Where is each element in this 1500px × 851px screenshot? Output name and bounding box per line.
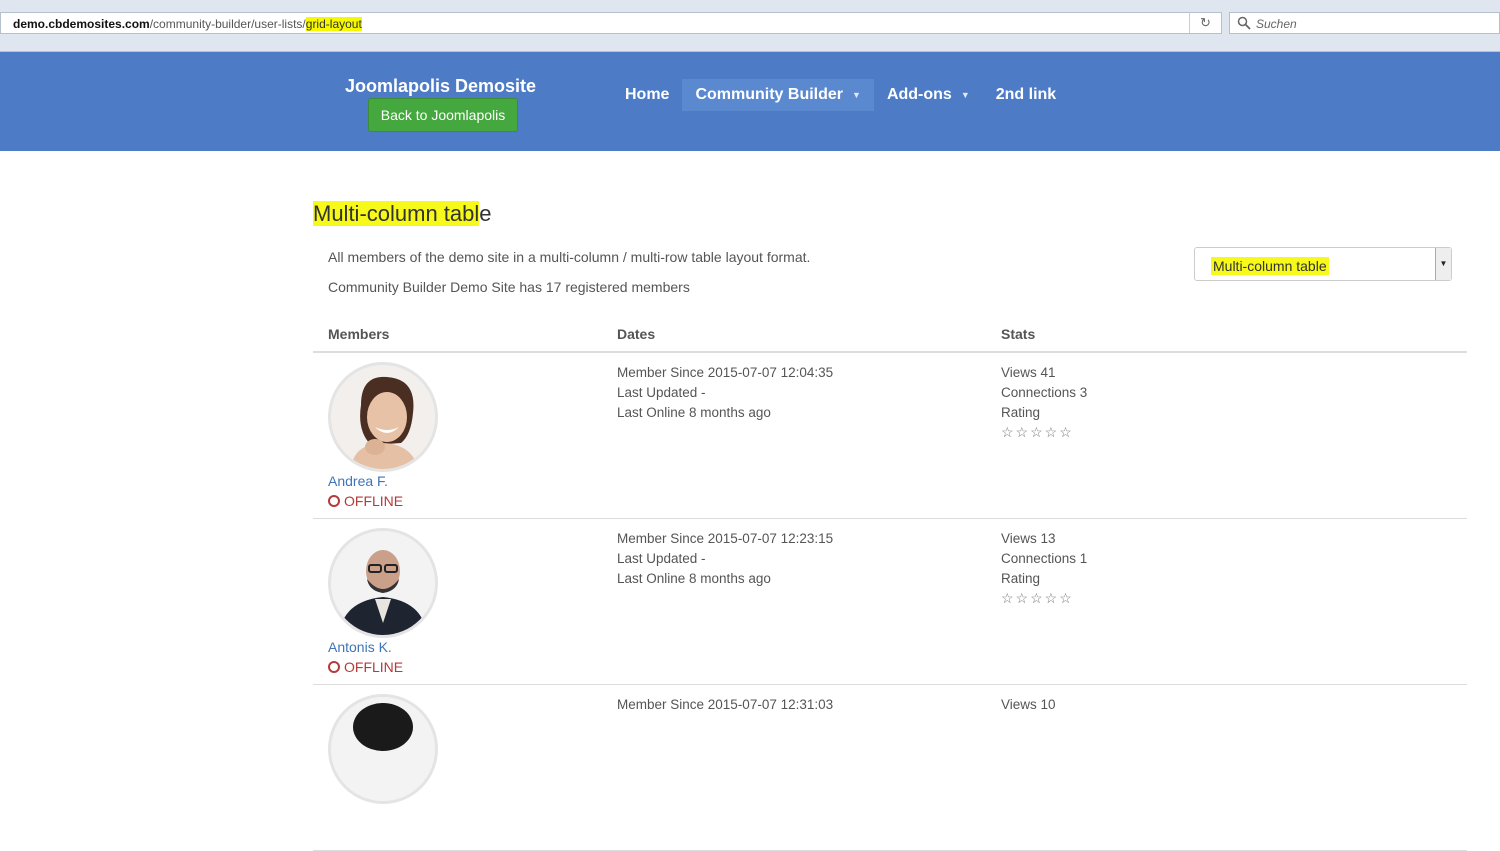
avatar-photo [331, 531, 435, 635]
avatar[interactable] [328, 528, 438, 638]
nav-item-community-builder[interactable]: Community Builder ▼ [682, 79, 874, 111]
offline-icon [328, 661, 340, 673]
member-since: Member Since 2015-07-07 12:04:35 [617, 365, 834, 380]
url-text: demo.cbdemosites.com/community-builder/u… [13, 17, 362, 31]
avatar[interactable] [328, 694, 438, 804]
member-name-link[interactable]: Andrea F. [328, 473, 388, 489]
member-dates: Member Since 2015-07-07 12:31:03 [617, 695, 833, 715]
last-online: Last Online 8 months ago [617, 405, 771, 420]
member-name-link[interactable]: Antonis K. [328, 639, 392, 655]
back-to-joomlapolis-button[interactable]: Back to Joomlapolis [368, 98, 518, 132]
browser-search-input[interactable]: Suchen [1229, 12, 1500, 34]
member-stats: Views 10 [1001, 695, 1056, 715]
column-header-dates[interactable]: Dates [617, 326, 655, 342]
nav-item-home[interactable]: Home [612, 79, 682, 111]
views-count: Views 41 [1001, 365, 1056, 380]
rating-stars-icon[interactable]: ☆☆☆☆☆ [1001, 589, 1087, 607]
rating-label: Rating [1001, 405, 1041, 420]
nav-item-add-ons[interactable]: Add-ons ▼ [874, 79, 983, 111]
list-description: All members of the demo site in a multi-… [328, 249, 811, 265]
table-row: Antonis K. OFFLINE Member Since 2015-07-… [313, 519, 1467, 685]
last-online: Last Online 8 months ago [617, 571, 771, 586]
column-header-stats[interactable]: Stats [1001, 326, 1035, 342]
views-count: Views 13 [1001, 531, 1056, 546]
member-stats: Views 41 Connections 3 Rating ☆☆☆☆☆ [1001, 363, 1087, 441]
status-badge: OFFLINE [328, 659, 403, 675]
views-count: Views 10 [1001, 697, 1056, 712]
member-since: Member Since 2015-07-07 12:31:03 [617, 697, 834, 712]
status-badge: OFFLINE [328, 493, 403, 509]
offline-icon [328, 495, 340, 507]
search-placeholder: Suchen [1256, 17, 1297, 31]
last-updated: Last Updated - [617, 385, 706, 400]
table-header: Members Dates Stats [313, 318, 1467, 353]
member-since: Member Since 2015-07-07 12:23:15 [617, 531, 834, 546]
dropdown-arrow-icon[interactable]: ▼ [1435, 248, 1451, 280]
layout-select-value: Multi-column table [1211, 257, 1329, 275]
site-brand[interactable]: Joomlapolis Demosite [345, 76, 536, 97]
site-header: Joomlapolis Demosite Back to Joomlapolis… [0, 52, 1500, 151]
nav-item-2nd-link[interactable]: 2nd link [983, 79, 1069, 111]
table-row: Member Since 2015-07-07 12:31:03 Views 1… [313, 685, 1467, 851]
member-count: Community Builder Demo Site has 17 regis… [328, 279, 690, 295]
address-bar[interactable]: demo.cbdemosites.com/community-builder/u… [0, 12, 1222, 34]
main-nav: Home Community Builder ▼ Add-ons ▼ 2nd lin… [612, 79, 1069, 111]
member-stats: Views 13 Connections 1 Rating ☆☆☆☆☆ [1001, 529, 1087, 607]
connections-count: Connections 3 [1001, 385, 1088, 400]
connections-count: Connections 1 [1001, 551, 1088, 566]
avatar-photo [331, 365, 435, 469]
member-dates: Member Since 2015-07-07 12:23:15 Last Up… [617, 529, 833, 589]
chevron-down-icon: ▼ [852, 90, 861, 100]
chevron-down-icon: ▼ [960, 90, 970, 100]
member-dates: Member Since 2015-07-07 12:04:35 Last Up… [617, 363, 833, 423]
layout-select[interactable]: Multi-column table ▼ [1194, 247, 1452, 281]
reload-icon[interactable]: ↻ [1189, 13, 1221, 33]
column-header-members[interactable]: Members [328, 326, 389, 342]
avatar[interactable] [328, 362, 438, 472]
avatar-photo [331, 697, 435, 801]
browser-toolbar: demo.cbdemosites.com/community-builder/u… [0, 0, 1500, 52]
page-title: Multi-column table [313, 201, 492, 226]
table-row: Andrea F. OFFLINE Member Since 2015-07-0… [313, 353, 1467, 519]
last-updated: Last Updated - [617, 551, 706, 566]
rating-label: Rating [1001, 571, 1041, 586]
members-table: Members Dates Stats Andrea F. OFFLINE Me… [313, 318, 1467, 851]
search-icon [1237, 16, 1251, 30]
rating-stars-icon[interactable]: ☆☆☆☆☆ [1001, 423, 1087, 441]
